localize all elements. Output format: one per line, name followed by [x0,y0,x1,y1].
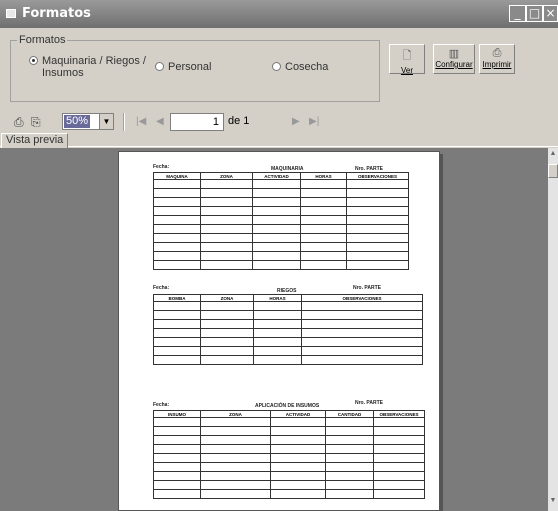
s2-parte-label: Nro. PARTE [353,285,381,291]
radio-label: Maquinaria / Riegos / Insumos [42,55,146,79]
vertical-scrollbar[interactable]: ▲ ▼ [548,148,558,511]
radio-dot[interactable] [155,62,164,71]
s3-title: APLICACIÓN DE INSUMOS [255,403,320,409]
ver-button[interactable]: 🗋 Ver [389,44,425,75]
radio-label: Cosecha [285,61,329,73]
formatos-window: Formatos _ □ × Formatos Maquinaria / Rie… [0,0,558,511]
imprimir-button[interactable]: ⎙ Imprimir [479,44,515,74]
zoom-value: 50% [64,115,91,128]
print-icon[interactable]: ⎙ [14,115,24,130]
s3-fecha-label: Fecha: [153,402,170,408]
configure-icon: ▥ [448,48,460,60]
last-page-icon[interactable]: ▶| [309,116,319,127]
page-count: de 1 [228,115,250,127]
page-number-input[interactable]: 1 [170,113,224,131]
s3-col: CANTIDAD [325,410,374,418]
s2-col: ZONA [200,294,254,302]
s1-col: MAQUINA [153,172,201,180]
configurar-button[interactable]: ▥ Configurar [433,44,475,74]
toolbar-separator [123,113,125,131]
s2-rows [153,301,423,365]
title-bar[interactable]: Formatos _ □ × [0,0,558,28]
s1-col: ZONA [200,172,253,180]
s3-col: INSUMO [153,410,201,418]
s3-col: ZONA [200,410,271,418]
radio-dot[interactable] [29,56,38,65]
s2-col: HORAS [253,294,302,302]
s2-col: BOMBA [153,294,201,302]
zoom-select[interactable]: 50% ▼ [62,113,114,130]
tab-strip [0,133,558,147]
minimize-button[interactable]: _ [509,5,526,22]
s3-table: INSUMO ZONA ACTIVIDAD CANTIDAD OBSERVACI… [153,410,425,499]
s3-col: ACTIVIDAD [270,410,326,418]
maximize-button[interactable]: □ [526,5,543,22]
close-button[interactable]: × [543,5,558,22]
preview-icon: 🗋 [402,50,412,62]
s1-col: HORAS [300,172,347,180]
radio-label: Personal [168,61,212,73]
first-page-icon[interactable]: |◀ [136,116,146,127]
tab-vista-previa[interactable]: Vista previa [1,133,69,148]
s1-fecha-label: Fecha: [153,164,170,170]
s1-table: MAQUINA ZONA ACTIVIDAD HORAS OBSERVACION… [153,172,409,270]
window-icon [6,9,16,18]
previous-page-icon[interactable]: ◀ [156,116,164,127]
chevron-down-icon[interactable]: ▼ [99,114,113,129]
s1-rows [153,179,409,270]
printer-icon: ⎙ [492,47,502,59]
scroll-thumb[interactable] [548,164,558,178]
s3-parte-label: Nro. PARTE [355,400,383,406]
s2-col: OBSERVACIONES [301,294,423,302]
s1-col: ACTIVIDAD [252,172,301,180]
report-page: Fecha: MAQUINARIA Nro. PARTE MAQUINA ZON… [118,151,440,511]
window-title: Formatos [22,6,91,21]
s1-col: OBSERVACIONES [346,172,409,180]
s3-col: OBSERVACIONES [373,410,425,418]
s2-fecha-label: Fecha: [153,285,170,291]
scroll-up-icon[interactable]: ▲ [548,150,558,162]
scroll-down-icon[interactable]: ▼ [548,497,558,509]
s2-table: BOMBA ZONA HORAS OBSERVACIONES [153,294,423,365]
group-label: Formatos [17,34,68,46]
s3-rows [153,417,425,499]
page-setup-icon[interactable]: ⎘ [31,115,41,130]
radio-dot[interactable] [272,62,281,71]
next-page-icon[interactable]: ▶ [292,116,300,127]
